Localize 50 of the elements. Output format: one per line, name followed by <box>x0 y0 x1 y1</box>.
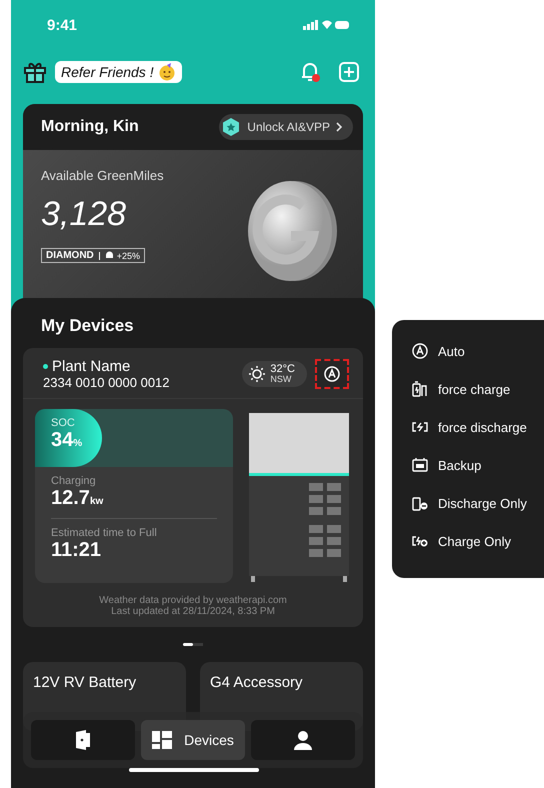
sun-icon <box>248 365 266 383</box>
eta-value: 11:21 <box>51 539 102 562</box>
accessory-name: 12V RV Battery <box>33 674 136 691</box>
unlock-button[interactable]: Unlock AI&VPP <box>219 114 353 140</box>
balance-label: Available GreenMiles <box>41 168 164 183</box>
soc-value: 34% <box>51 429 84 452</box>
auto-mode-icon <box>412 343 428 359</box>
temperature: 32°C <box>270 364 295 375</box>
page-indicator[interactable] <box>183 643 193 646</box>
ups-icon <box>412 457 428 473</box>
battery-plug-icon <box>412 381 428 397</box>
status-time: 9:41 <box>47 16 78 34</box>
accessory-name: G4 Accessory <box>210 674 303 691</box>
nav-tab[interactable]: Devices <box>141 720 245 760</box>
serial-number: 2334 0010 0000 0012 <box>43 375 171 390</box>
mode-menu-item[interactable]: Discharge Only <box>412 494 544 512</box>
footnote: Weather data provided by weatherapi.com <box>99 595 287 606</box>
mode-menu-item[interactable]: Charge Only <box>412 532 544 550</box>
hexagon-star-icon <box>221 117 242 137</box>
bell-icon <box>104 251 114 260</box>
battery-minus-icon <box>412 495 428 511</box>
door-icon <box>75 730 91 750</box>
balance-value: 3,128 <box>41 195 126 234</box>
device-card[interactable]: Plant Name 2334 0010 0000 0012 32°C NSW SOC 34% Charging 12.7kw Estimated time to Full 11:21 Weather data provided by weatherapi.com Last updated at 28/11/2024, 8:33 PM <box>23 348 363 627</box>
mode-menu-item[interactable]: force discharge <box>412 418 544 436</box>
mode-menu-item[interactable]: force charge <box>412 380 544 398</box>
status-icons <box>303 19 351 31</box>
grid-icon <box>152 731 172 749</box>
mode-menu-item[interactable]: Auto <box>412 342 544 360</box>
person-icon <box>293 730 313 750</box>
soc-label: SOC <box>51 417 76 429</box>
tier-badge: DIAMOND +25% <box>41 248 146 263</box>
chevron-right-icon <box>336 122 343 132</box>
nav-tab[interactable] <box>251 720 355 760</box>
plant-name: Plant Name <box>52 358 130 375</box>
nav-tab[interactable] <box>31 720 135 760</box>
auto-mode-icon <box>324 366 340 382</box>
refer-friends-button[interactable]: Refer Friends ! <box>55 61 182 83</box>
mode-button[interactable] <box>315 359 349 389</box>
eta-label: Estimated time to Full <box>51 527 158 539</box>
region: NSW <box>270 375 292 384</box>
party-face-icon <box>158 63 176 81</box>
gift-icon[interactable] <box>23 61 47 83</box>
power-value: 12.7kw <box>51 487 104 510</box>
greeting: Morning, Kin <box>41 118 139 136</box>
notification-bell-icon[interactable] <box>299 61 321 83</box>
section-title: My Devices <box>40 315 135 337</box>
power-label: Charging <box>51 475 97 487</box>
footnote: Last updated at 28/11/2024, 8:33 PM <box>111 606 275 617</box>
mode-menu-item[interactable]: Backup <box>412 456 544 474</box>
